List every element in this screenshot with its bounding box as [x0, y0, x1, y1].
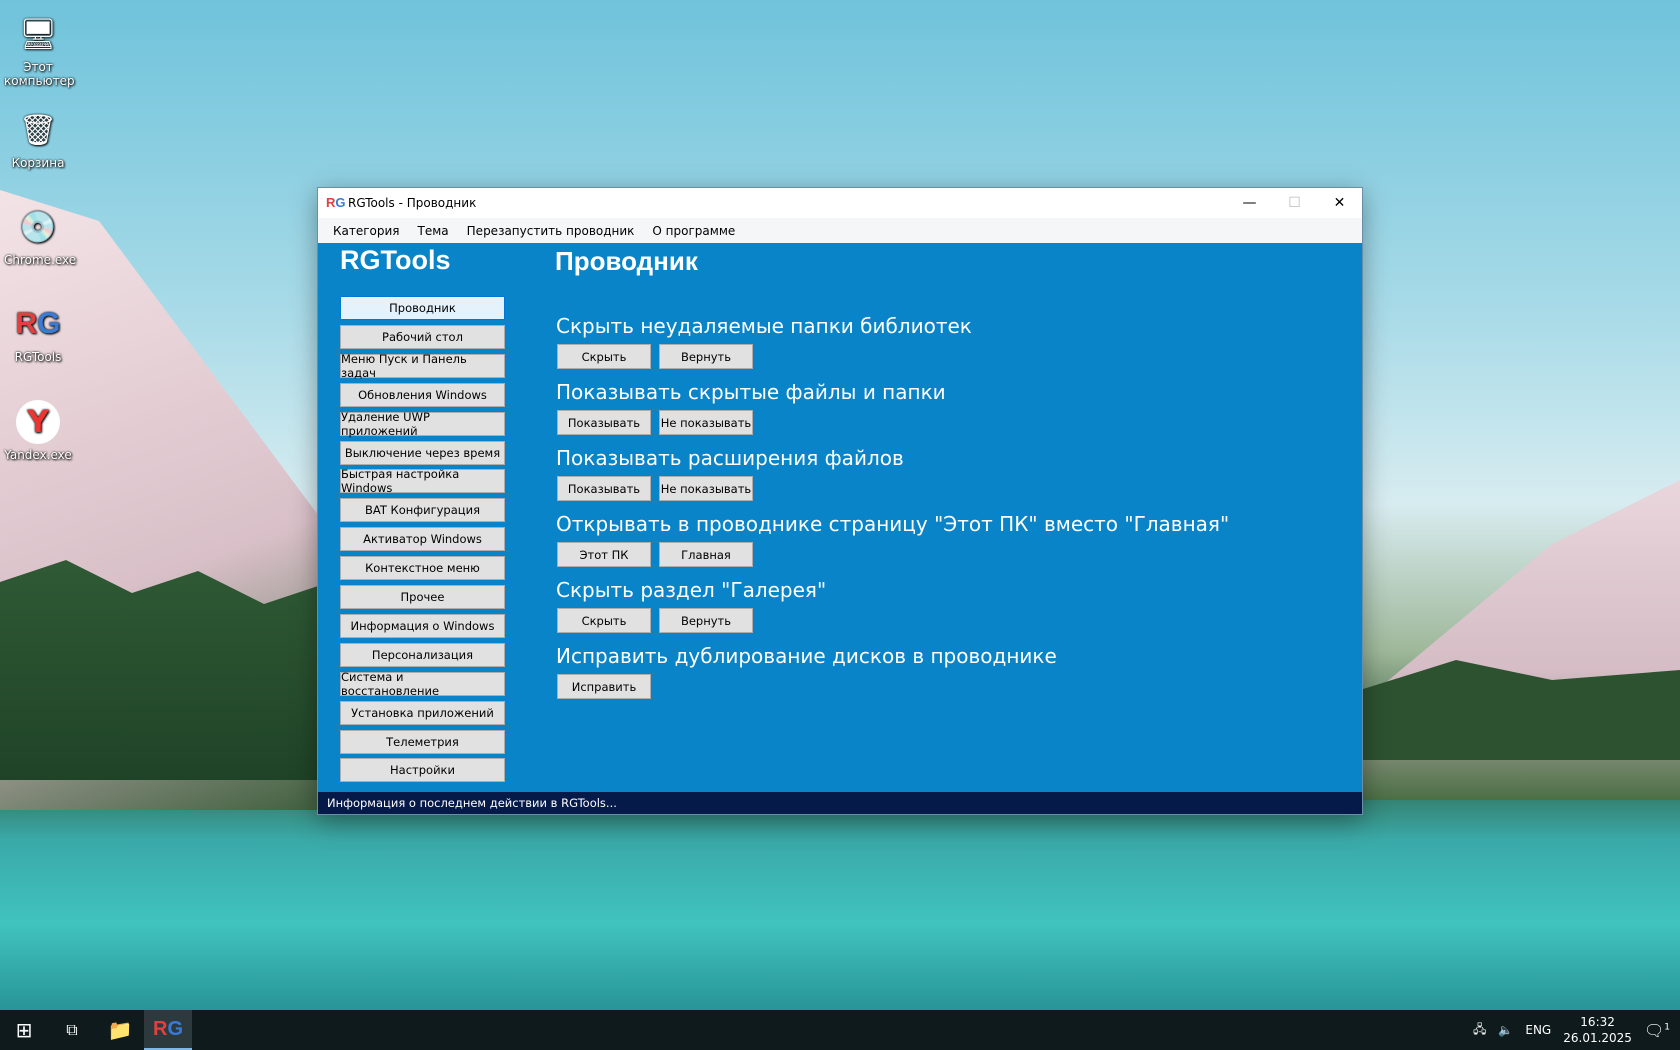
page-title: Проводник [555, 246, 698, 276]
sidebar-item[interactable]: Персонализация [340, 642, 505, 667]
section-heading: Открывать в проводнике страницу "Этот ПК… [556, 512, 1230, 536]
clock[interactable]: 16:32 26.01.2025 [1563, 1014, 1632, 1046]
start-button[interactable]: ⊞ [0, 1010, 48, 1050]
time: 16:32 [1580, 1015, 1615, 1029]
close-button[interactable]: ✕ [1317, 188, 1362, 218]
rgtools-window: RG RGTools - Проводник — ☐ ✕ Категория Т… [317, 187, 1363, 815]
sidebar-item[interactable]: Прочее [340, 585, 505, 609]
title-bar[interactable]: RG RGTools - Проводник — ☐ ✕ [318, 188, 1362, 218]
menu-about[interactable]: О программе [643, 224, 744, 238]
action-button[interactable]: Не показывать [659, 476, 753, 501]
menu-bar: Категория Тема Перезапустить проводник О… [318, 218, 1362, 243]
file-explorer-taskbar-icon[interactable]: 📁 [96, 1010, 144, 1050]
recycle-bin-icon: 🗑 [18, 112, 58, 148]
computer-icon: 🖥 [18, 16, 58, 52]
menu-theme[interactable]: Тема [409, 224, 458, 238]
section-heading: Скрыть раздел "Галерея" [556, 578, 827, 602]
sidebar-item[interactable]: Удаление UWP приложений [340, 410, 505, 438]
installer-icon: 💿 [19, 209, 57, 245]
language-indicator[interactable]: ENG [1525, 1023, 1551, 1037]
section-heading: Показывать расширения файлов [556, 446, 904, 470]
status-bar: Информация о последнем действии в RGTool… [318, 792, 1362, 814]
notification-count: 1 [1664, 1022, 1670, 1033]
app-logo-icon: RG [326, 195, 346, 210]
action-button[interactable]: Вернуть [659, 608, 753, 633]
rgtools-taskbar-icon[interactable]: RG [144, 1010, 192, 1050]
date: 26.01.2025 [1563, 1031, 1632, 1045]
rgtools-icon: RG [15, 307, 61, 340]
action-button[interactable]: Показывать [557, 476, 651, 501]
minimize-button[interactable]: — [1227, 188, 1272, 218]
volume-icon[interactable]: 🔈 [1498, 1023, 1513, 1037]
sidebar-item[interactable]: Активатор Windows [340, 527, 505, 552]
maximize-button[interactable]: ☐ [1272, 188, 1317, 218]
desktop-icon-yandex-exe[interactable]: Y Yandex.exe [4, 400, 72, 462]
sidebar-item[interactable]: Установка приложений [340, 700, 505, 725]
sidebar-item[interactable]: Настройки [340, 758, 505, 783]
menu-restart-explorer[interactable]: Перезапустить проводник [458, 224, 644, 238]
action-button[interactable]: Исправить [557, 674, 651, 699]
sidebar-item[interactable]: Меню Пуск и Панель задач [340, 352, 505, 380]
sidebar-item[interactable]: BAT Конфигурация [340, 498, 505, 523]
sidebar-item[interactable]: Быстрая настройка Windows [340, 467, 505, 495]
section-heading: Исправить дублирование дисков в проводни… [556, 644, 1057, 668]
sidebar-item[interactable]: Выключение через время [340, 440, 505, 465]
action-button[interactable]: Этот ПК [557, 542, 651, 567]
yandex-icon: Y [16, 400, 60, 444]
notification-center-icon[interactable]: 🗨1 [1644, 1021, 1670, 1040]
window-title: RGTools - Проводник [348, 196, 477, 210]
sidebar-item[interactable]: Рабочий стол [340, 324, 505, 349]
sidebar-item[interactable]: Система и восстановление [340, 670, 505, 698]
action-button[interactable]: Показывать [557, 410, 651, 435]
taskbar: ⊞ ⧉ 📁 RG 🖧 🔈 ENG 16:32 26.01.2025 🗨1 [0, 1010, 1680, 1050]
action-button[interactable]: Главная [659, 542, 753, 567]
task-view-button[interactable]: ⧉ [48, 1010, 96, 1050]
sidebar-item[interactable]: Обновления Windows [340, 382, 505, 407]
network-icon[interactable]: 🖧 [1473, 1020, 1486, 1041]
desktop-icon-chrome-exe[interactable]: 💿 Chrome.exe [4, 205, 76, 268]
desktop-icon-recycle-bin[interactable]: 🗑 Корзина [4, 108, 72, 171]
menu-category[interactable]: Категория [324, 224, 409, 238]
desktop-icon-this-pc[interactable]: 🖥 Этот компьютер [4, 12, 75, 89]
sidebar-item[interactable]: Контекстное меню [340, 556, 505, 581]
action-button[interactable]: Вернуть [659, 344, 753, 369]
section-heading: Скрыть неудаляемые папки библиотек [556, 314, 972, 338]
action-button[interactable]: Не показывать [659, 410, 753, 435]
sidebar-item[interactable]: Телеметрия [340, 729, 505, 754]
sidebar-item[interactable]: Проводник [340, 296, 505, 320]
action-button[interactable]: Скрыть [557, 344, 651, 369]
section-heading: Показывать скрытые файлы и папки [556, 380, 946, 404]
sidebar-title: RGTools [340, 245, 451, 275]
sidebar-item[interactable]: Информация о Windows [340, 613, 505, 638]
wallpaper-forest-right [1360, 660, 1680, 760]
action-button[interactable]: Скрыть [557, 608, 651, 633]
desktop-icon-rgtools[interactable]: R G RGTools [4, 302, 72, 364]
